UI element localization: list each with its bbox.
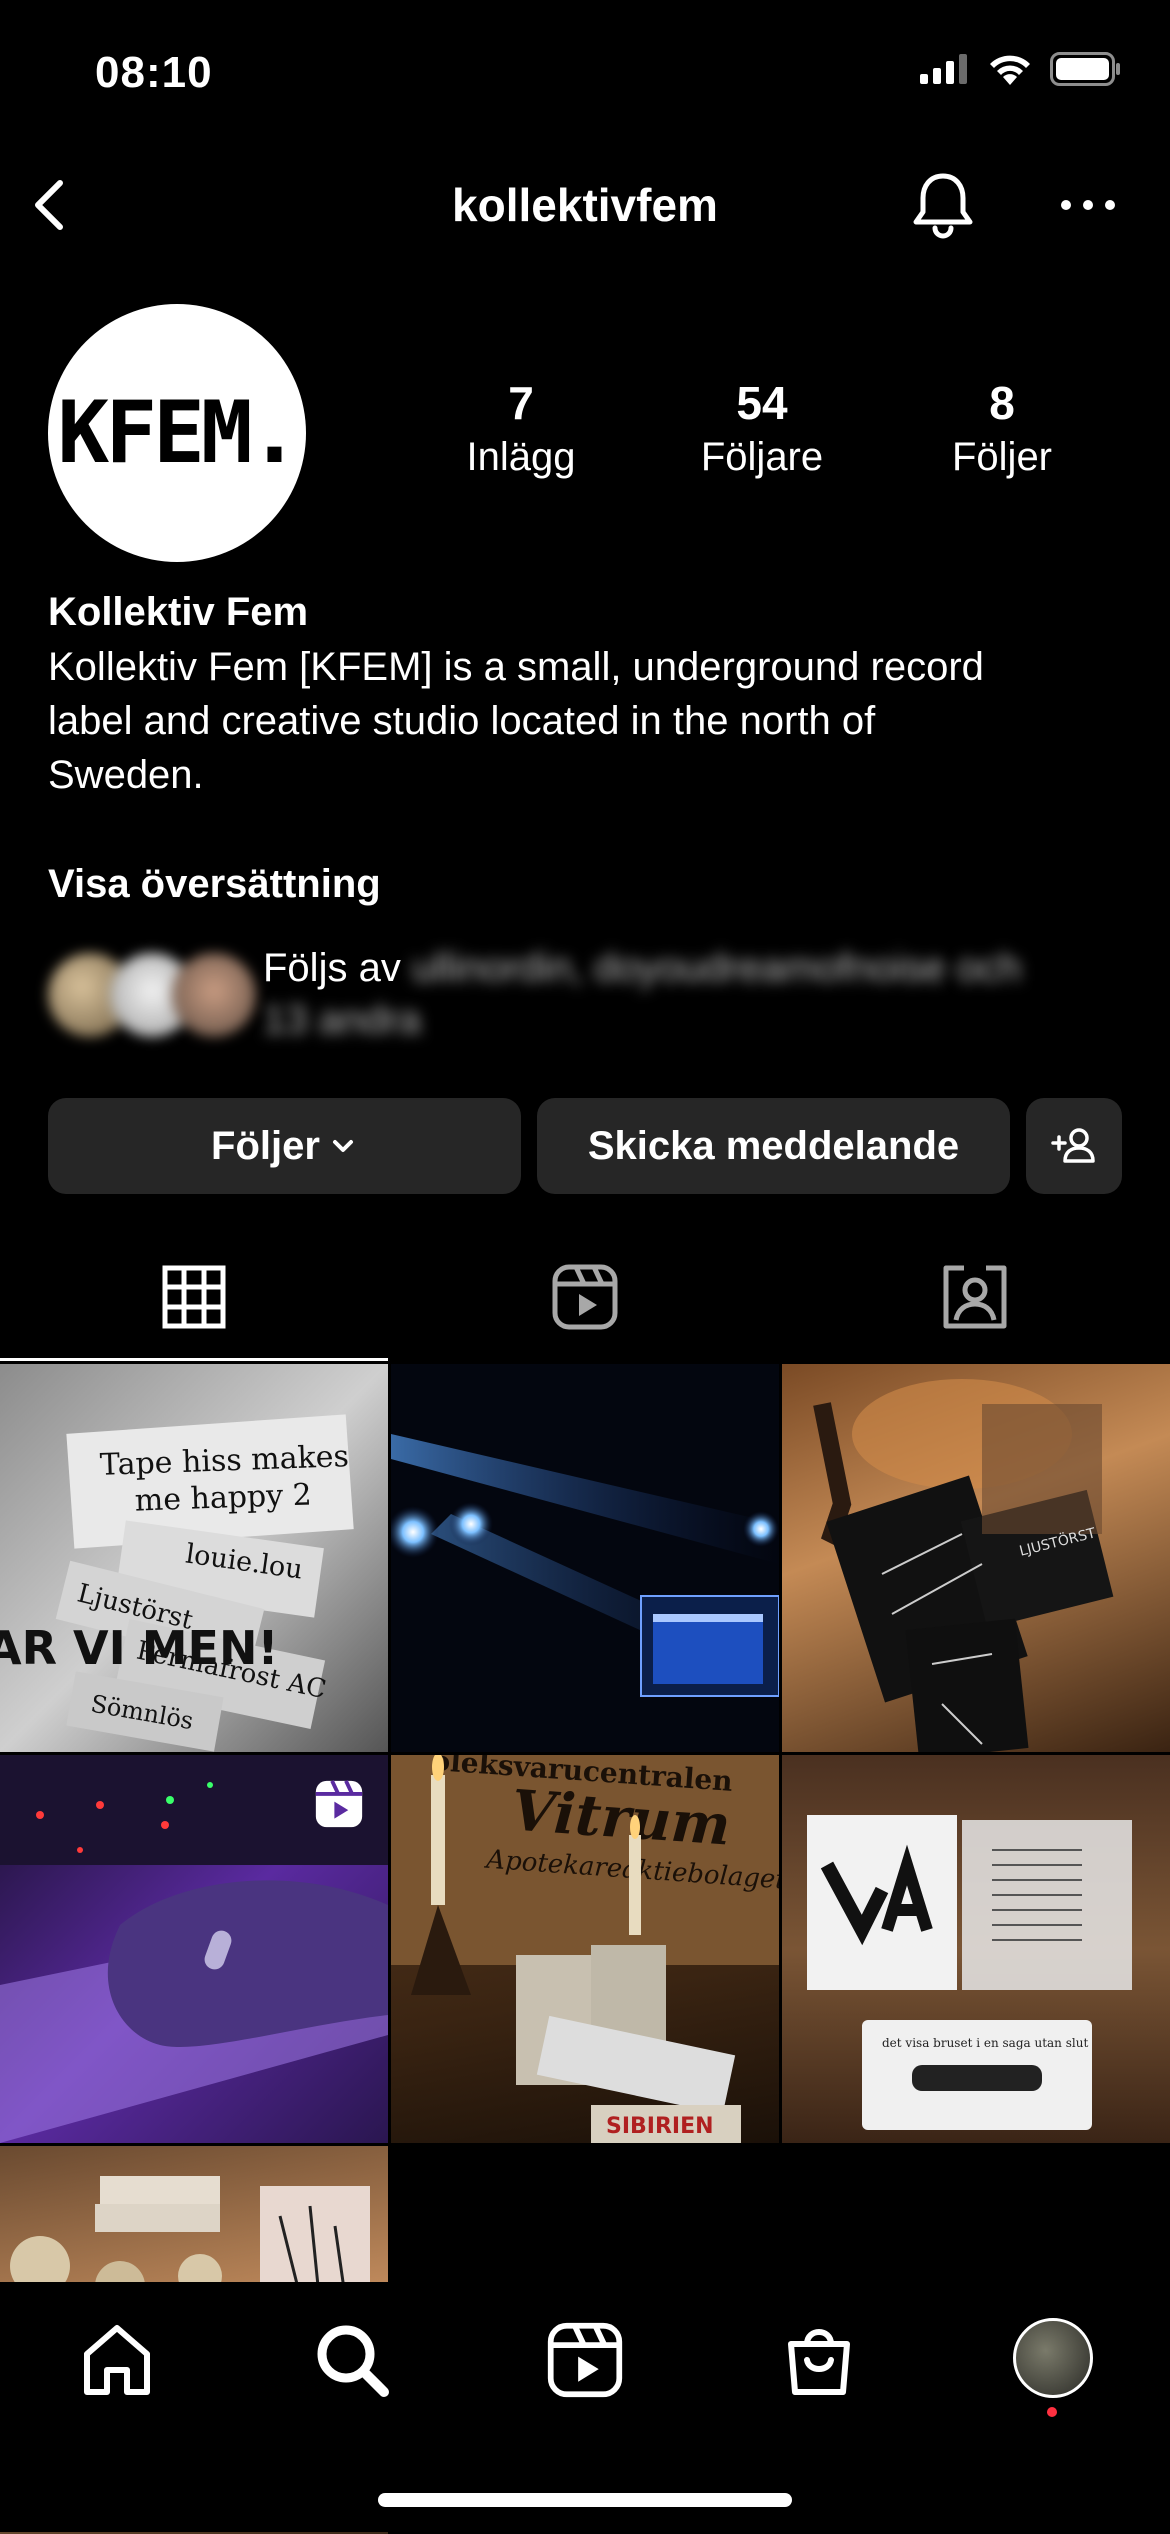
display-name: Kollektiv Fem	[48, 590, 309, 634]
nav-home[interactable]	[77, 2320, 157, 2400]
post-thumbnail[interactable]	[391, 1364, 779, 1752]
stat-following-label: Följer	[951, 434, 1053, 479]
nav-shop[interactable]	[779, 2320, 859, 2400]
reels-icon	[552, 1264, 618, 1330]
profile-avatar[interactable]: KFEM.	[48, 304, 306, 562]
cellular-signal-icon	[920, 54, 967, 84]
tile6-logo-text: VA	[807, 2003, 809, 2006]
cassette-labels-photo: Tape hiss makes me happy 2 louie.lou Lju…	[0, 1364, 388, 1752]
home-indicator[interactable]	[378, 2493, 792, 2507]
active-tab-indicator	[0, 1358, 388, 1361]
stat-followers[interactable]: 54 Följare	[652, 378, 872, 481]
shopping-bag-icon	[788, 2329, 850, 2395]
reels-icon	[547, 2322, 623, 2398]
followed-by-names: ullinordin, doyoudreamofnoise	[411, 946, 946, 990]
following-button-label: Följer	[211, 1123, 320, 1168]
tab-posts-grid[interactable]	[159, 1262, 229, 1332]
stage-lights-photo	[391, 1434, 779, 1697]
tab-tagged[interactable]	[940, 1262, 1010, 1332]
bell-icon	[913, 173, 973, 239]
profile-username-title: kollektivfem	[452, 179, 718, 231]
stat-following[interactable]: 8 Följer	[892, 378, 1112, 481]
post-thumbnail[interactable]: LJUSTÖRST	[782, 1364, 1170, 1752]
tile6-caption: det visa bruset i en saga utan slut	[882, 2036, 1088, 2050]
stat-posts[interactable]: 7 Inlägg	[411, 378, 631, 481]
followed-by-conj: och	[956, 946, 1022, 990]
grid-icon	[162, 1265, 226, 1329]
send-message-button[interactable]: Skicka meddelande	[537, 1098, 1010, 1194]
post-thumbnail[interactable]: det visa bruset i en saga utan slut VA	[782, 1755, 1170, 2143]
stat-posts-label: Inlägg	[466, 434, 576, 479]
tile1-side-text: AR VI MEN!	[0, 1621, 278, 1675]
status-time: 08:10	[95, 48, 213, 97]
bio-line: Kollektiv Fem [KFEM] is a small, undergr…	[48, 645, 984, 689]
more-options-button[interactable]	[1058, 195, 1118, 215]
stat-following-count: 8	[989, 377, 1015, 429]
tab-reels[interactable]	[550, 1262, 620, 1332]
notifications-button[interactable]	[908, 170, 978, 240]
suggested-people-button[interactable]	[1026, 1098, 1122, 1194]
stat-followers-count: 54	[736, 377, 788, 429]
following-button[interactable]: Följer	[48, 1098, 521, 1194]
va-cassette-photo: det visa bruset i en saga utan slut VA	[807, 1815, 1132, 2130]
nav-profile-avatar[interactable]	[1013, 2318, 1093, 2398]
mutual-avatar	[172, 953, 256, 1037]
notification-dot	[1047, 2407, 1057, 2417]
post-thumbnail[interactable]: oleksvarucentralen Vitrum Apotekareaktie…	[391, 1755, 779, 2143]
nav-search[interactable]	[312, 2320, 392, 2400]
tagged-user-icon	[943, 1265, 1007, 1329]
nav-reels[interactable]	[545, 2320, 625, 2400]
stat-posts-count: 7	[508, 377, 534, 429]
followed-by-others: 13 andra	[263, 998, 421, 1042]
avatar-logo-text: KFEM.	[57, 383, 301, 483]
battery-icon	[1050, 52, 1120, 86]
search-icon	[317, 2325, 389, 2397]
ellipsis-icon	[1061, 200, 1115, 210]
tile1-line: me happy 2	[134, 1477, 312, 1518]
post-thumbnail[interactable]	[0, 1755, 388, 2143]
reels-badge-icon	[315, 1780, 363, 1828]
send-message-label: Skicka meddelande	[587, 1123, 960, 1168]
stat-followers-label: Följare	[700, 434, 824, 479]
profile-bio: Kollektiv Fem [KFEM] is a small, undergr…	[48, 640, 1118, 802]
add-person-icon	[1051, 1128, 1095, 1163]
post-thumbnail[interactable]: Tape hiss makes me happy 2 louie.lou Lju…	[0, 1364, 388, 1752]
followed-by-text[interactable]: Följs av ullinordin, doyoudreamofnoise o…	[263, 942, 1123, 1046]
followed-by-prefix: Följs av	[263, 946, 401, 990]
vitrum-crate-photo: oleksvarucentralen Vitrum Apotekareaktie…	[391, 1755, 779, 2143]
bio-line: Sweden.	[48, 753, 204, 797]
tile5-label-text: SIBIRIEN	[606, 2114, 714, 2139]
see-translation-link[interactable]: Visa översättning	[48, 862, 381, 907]
status-icons	[920, 52, 1122, 86]
wifi-icon	[990, 55, 1030, 85]
cassettes-on-table-photo: LJUSTÖRST	[813, 1379, 1114, 1752]
home-icon	[84, 2325, 150, 2395]
bio-line: label and creative studio located in the…	[48, 699, 876, 743]
chevron-down-icon	[332, 1140, 353, 1152]
